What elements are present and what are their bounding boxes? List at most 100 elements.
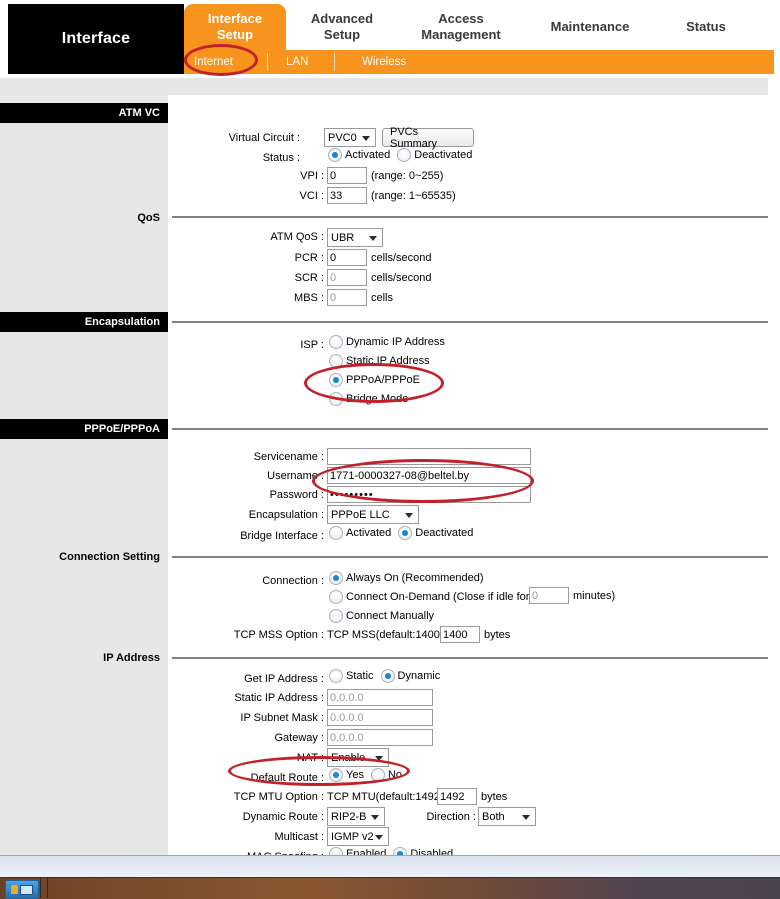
subtab-internet[interactable]: Internet [194,50,233,74]
taskbar-divider-2 [47,877,48,898]
isp-radio-dynamic[interactable]: Dynamic IP Address [329,335,452,349]
radio-dot-icon [329,335,343,349]
connection-radio-always-on[interactable]: Always On (Recommended) [329,571,491,585]
username-input[interactable] [327,467,531,484]
chevron-down-icon [375,834,383,840]
scr-input[interactable] [327,269,367,286]
atm-qos-select[interactable]: UBR [327,228,383,247]
section-header-connection-setting: Connection Setting [0,547,168,567]
divider-connection-setting [172,556,768,558]
idle-timeout-input[interactable] [529,587,569,604]
bridge-interface-radio-activated-label: Activated [346,527,392,539]
radio-dot-icon [329,571,343,585]
section-header-pppoe-pppoa-label: PPPoE/PPPoA [84,423,160,435]
tab-access-management[interactable]: Access Management [398,4,524,50]
vpi-label: VPI : [300,170,324,182]
mbs-input[interactable] [327,289,367,306]
direction-label: Direction : [426,811,476,823]
get-ip-radio-dynamic[interactable]: Dynamic [380,669,440,683]
connection-radio-manually[interactable]: Connect Manually [329,609,441,623]
get-ip-radio-static[interactable]: Static [329,669,374,683]
tab-maintenance[interactable]: Maintenance [532,4,648,50]
dynamic-route-select[interactable]: RIP2-B [327,807,385,826]
default-route-radio-yes[interactable]: Yes [329,768,364,782]
tab-advanced-setup[interactable]: Advanced Setup [286,4,398,50]
section-header-ip-address-label: IP Address [103,652,160,664]
vpi-range-hint: (range: 0~255) [371,170,444,182]
isp-radio-static[interactable]: Static IP Address [329,354,437,368]
multicast-select[interactable]: IGMP v2 [327,827,389,846]
multicast-label: Multicast : [274,831,324,843]
tcp-mss-input[interactable] [440,626,480,643]
connection-radio-on-demand-wrap[interactable]: Connect On-Demand (Close if idle for [329,590,529,604]
isp-radio-dynamic-label: Dynamic IP Address [346,336,445,348]
tcp-mtu-input[interactable] [437,788,477,805]
bridge-interface-radio-group[interactable]: Activated Deactivated [329,526,480,540]
connection-radio-on-demand[interactable]: Connect On-Demand (Close if idle for [329,590,536,604]
tab-interface-setup[interactable]: Interface Setup [184,4,286,50]
password-input[interactable] [327,486,531,503]
pcr-input[interactable] [327,249,367,266]
section-header-connection-setting-label: Connection Setting [59,551,160,563]
isp-radio-dynamic-wrap[interactable]: Dynamic IP Address [329,335,445,349]
radio-dot-icon [397,148,412,162]
bridge-interface-radio-activated[interactable]: Activated [329,526,391,540]
divider-qos [172,216,768,218]
divider-pppoe-pppoa [172,428,768,430]
section-header-encapsulation-label: Encapsulation [84,316,160,328]
status-radio-group[interactable]: Activated Deactivated [328,148,479,162]
connection-radio-always-on-wrap[interactable]: Always On (Recommended) [329,571,484,585]
tab-status-label: Status [686,18,726,34]
brand-block: Interface [8,4,184,74]
subtab-lan[interactable]: LAN [286,50,308,74]
direction-select[interactable]: Both [478,807,536,826]
get-ip-radio-group[interactable]: Static Dynamic [329,669,447,683]
default-route-radio-group[interactable]: Yes No [329,768,409,782]
taskbar-app-icon[interactable] [5,880,39,899]
section-header-pppoe-pppoa: PPPoE/PPPoA [0,419,168,439]
radio-dot-icon [329,669,343,683]
tcp-mtu-option-label: TCP MTU Option : [233,791,324,803]
radio-dot-icon [398,526,413,540]
virtual-circuit-label: Virtual Circuit : [228,132,300,144]
isp-radio-bridge-mode-wrap[interactable]: Bridge Mode [329,392,408,406]
isp-radio-pppoa-pppoe-wrap[interactable]: PPPoA/PPPoE [329,373,420,387]
connection-radio-manually-wrap[interactable]: Connect Manually [329,609,434,623]
subnav-divider-2 [334,53,335,71]
static-ip-address-input[interactable] [327,689,433,706]
status-radio-activated-label: Activated [345,149,391,161]
servicename-input[interactable] [327,448,531,465]
bridge-interface-radio-deactivated[interactable]: Deactivated [398,526,473,540]
isp-radio-static-wrap[interactable]: Static IP Address [329,354,430,368]
default-route-radio-yes-label: Yes [346,769,364,781]
gateway-input[interactable] [327,729,433,746]
isp-radio-pppoa-pppoe[interactable]: PPPoA/PPPoE [329,373,427,387]
chevron-down-icon [405,512,413,518]
direction-value: Both [482,810,505,823]
tcp-mss-prefix: TCP MSS(default:1400) [327,629,444,641]
status-radio-deactivated[interactable]: Deactivated [397,148,472,162]
isp-radio-bridge-mode[interactable]: Bridge Mode [329,392,415,406]
static-ip-address-label: Static IP Address : [234,692,324,704]
subtab-wireless[interactable]: Wireless [362,50,406,74]
pppoe-encapsulation-select[interactable]: PPPoE LLC [327,505,419,524]
browser-status-bar [0,855,780,878]
isp-radio-static-label: Static IP Address [346,355,430,367]
isp-label: ISP : [300,339,324,351]
atm-qos-label: ATM QoS : [270,231,324,243]
tab-status[interactable]: Status [656,4,756,50]
tab-access-management-label: Access Management [421,10,501,42]
status-radio-activated[interactable]: Activated [328,148,390,162]
default-route-radio-no[interactable]: No [370,768,402,782]
pppoe-encapsulation-label: Encapsulation : [248,509,324,521]
nat-select[interactable]: Enable [327,748,389,767]
subnav-divider-1 [267,53,268,71]
status-label: Status : [262,152,300,164]
vci-input[interactable] [327,187,367,204]
pvcs-summary-button[interactable]: PVCs Summary [382,126,474,150]
section-header-atm-vc-label: ATM VC [118,107,160,119]
pcr-unit: cells/second [371,252,432,264]
vpi-input[interactable] [327,167,367,184]
ip-subnet-mask-input[interactable] [327,709,433,726]
virtual-circuit-select[interactable]: PVC0 [324,128,376,147]
